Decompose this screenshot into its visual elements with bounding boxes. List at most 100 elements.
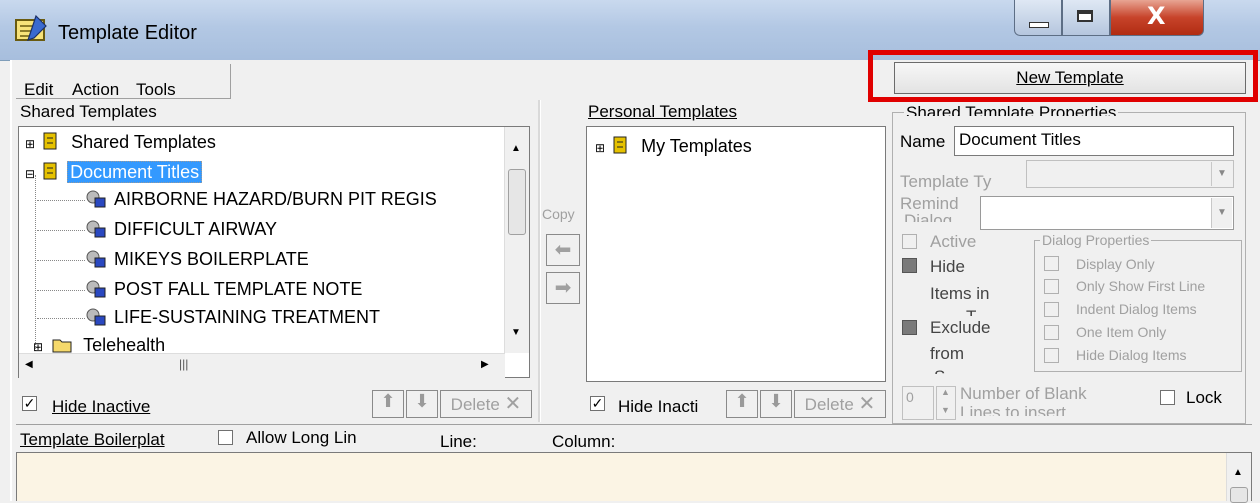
name-label: Name [900,132,946,151]
hide-items-label-2: Items in [930,284,990,303]
menu-tools[interactable]: Tools [136,80,176,100]
collapse-icon[interactable]: ⊟ [25,167,35,181]
panel-divider [538,100,541,422]
active-checkbox[interactable] [902,234,917,249]
tree-item-label: LIFE-SUSTAINING TREATMENT [114,307,381,327]
indent-dialog-items-checkbox[interactable] [1044,302,1059,317]
scroll-thumb[interactable] [508,169,526,235]
boilerplate-label: Template Boilerplat [20,430,165,450]
tree-item-document-titles[interactable]: ⊟ Document Titles [25,161,203,189]
delete-x-icon: ✕ [504,393,522,415]
personal-move-down-button[interactable]: ⬇ [760,390,792,418]
template-icon [86,250,106,268]
exclude-label-3: S [934,368,945,374]
arrow-up-icon: ⬆ [734,391,750,411]
tree-item-my-templates[interactable]: ⊞ My Templates [595,135,752,163]
hide-inactive-text: Hide Inactive [52,397,151,416]
template-type-select[interactable]: ▼ [1026,160,1234,188]
scroll-grip-icon[interactable]: ||| [179,357,188,371]
hide-dialog-items-label: Hide Dialog Items [1076,347,1187,363]
maximize-button[interactable] [1062,0,1110,36]
template-type-label: Template Ty [900,172,992,191]
minimize-button[interactable] [1014,0,1062,36]
chevron-down-icon: ▼ [1211,162,1232,186]
blank-lines-label-2: Lines to insert [960,404,1066,416]
spin-up-icon[interactable]: ▲ [941,387,950,397]
display-only-label: Display Only [1076,256,1155,272]
tree-item-label: POST FALL TEMPLATE NOTE [114,279,363,299]
personal-templates-tree[interactable]: ⊞ My Templates [586,126,886,382]
personal-hide-inactive-label: Hide Inacti [618,397,699,416]
tree-item-template[interactable]: MIKEYS BOILERPLATE [37,249,309,277]
expand-icon[interactable]: ⊞ [595,141,605,155]
tree-item-label-selected: Document Titles [67,161,203,183]
name-field[interactable]: Document Titles [954,126,1234,156]
close-button[interactable]: X [1110,0,1204,36]
folder-cabinet-icon [43,162,57,180]
arrow-down-icon: ⬇ [768,391,784,411]
template-icon [86,190,106,208]
hide-items-label-3: T [966,308,976,316]
tree-item-label: AIRBORNE HAZARD/BURN PIT REGIS [114,189,437,209]
tree-item-telehealth[interactable]: ⊞ Telehealth [33,335,165,353]
hide-items-label: Hide [930,257,965,276]
lock-checkbox[interactable] [1160,390,1175,405]
shared-templates-tree[interactable]: ⊞ Shared Templates ⊟ Document Titles AIR… [18,126,530,378]
scroll-right-icon[interactable]: ▶ [481,359,489,370]
blank-lines-field[interactable]: 0 [902,386,934,420]
hide-items-checkbox[interactable] [902,258,917,273]
copy-to-shared-button[interactable]: ⬅ [546,234,580,266]
exclude-checkbox[interactable] [902,320,917,335]
allow-long-lines-label: Allow Long Lin [246,428,357,447]
scroll-up-icon[interactable]: ▲ [511,143,521,154]
move-up-button[interactable]: ⬆ [372,390,404,418]
tree-item-label: MIKEYS BOILERPLATE [114,249,309,269]
horizontal-scrollbar[interactable]: ◀ ||| ▶ [19,353,505,378]
hide-dialog-items-checkbox[interactable] [1044,348,1059,363]
scroll-left-icon[interactable]: ◀ [25,359,33,370]
shared-delete-button[interactable]: Delete ✕ [440,390,532,418]
personal-move-up-button[interactable]: ⬆ [726,390,758,418]
blank-lines-spinner[interactable]: ▲ ▼ [936,386,956,420]
move-down-button[interactable]: ⬇ [406,390,438,418]
delete-label: Delete [804,395,854,414]
shared-templates-header: Shared Templates [20,102,157,121]
arrow-down-icon: ⬇ [414,391,430,411]
only-show-first-line-checkbox[interactable] [1044,279,1059,294]
exclude-label: Exclude [930,318,991,337]
exclude-label-2: from [930,344,964,363]
minimize-icon [1029,22,1049,28]
scroll-down-icon[interactable]: ▼ [511,327,521,338]
one-item-only-checkbox[interactable] [1044,325,1059,340]
scroll-up-icon[interactable]: ▲ [1233,467,1243,478]
tree-item-template[interactable]: AIRBORNE HAZARD/BURN PIT REGIS [37,189,437,217]
allow-long-lines-checkbox[interactable] [218,430,233,445]
expand-icon[interactable]: ⊞ [25,137,35,151]
tree-item-label: Telehealth [83,335,166,353]
dialog-label: Dialog [904,212,953,222]
copy-to-personal-button[interactable]: ➡ [546,272,580,304]
reminder-label: Remind [900,194,959,213]
expand-icon[interactable]: ⊞ [33,340,43,353]
tree-item-template[interactable]: DIFFICULT AIRWAY [37,219,277,247]
reminder-dialog-select[interactable]: ▼ [980,196,1234,230]
tree-item-shared-templates[interactable]: ⊞ Shared Templates [25,131,216,159]
hide-inactive-checkbox[interactable]: ✓ [22,396,37,411]
spin-down-icon[interactable]: ▼ [941,405,950,415]
personal-hide-inactive-checkbox[interactable]: ✓ [590,396,605,411]
display-only-checkbox[interactable] [1044,256,1059,271]
template-icon [86,220,106,238]
vertical-scrollbar[interactable]: ▲ ▼ [504,127,529,353]
editor-scrollbar[interactable]: ▲ [1226,453,1251,503]
boilerplate-editor[interactable]: ▲ [16,452,1252,503]
tree-item-template[interactable]: LIFE-SUSTAINING TREATMENT [37,307,380,335]
copy-label: Copy [542,206,575,222]
tree-item-label: My Templates [641,136,752,156]
menu-edit[interactable]: Edit [24,80,53,100]
personal-delete-button[interactable]: Delete ✕ [794,390,886,418]
blank-lines-value: 0 [906,389,914,405]
name-value: Document Titles [959,130,1081,149]
column-label: Column: [552,432,616,451]
tree-item-template[interactable]: POST FALL TEMPLATE NOTE [37,279,362,307]
menu-action[interactable]: Action [72,80,119,100]
